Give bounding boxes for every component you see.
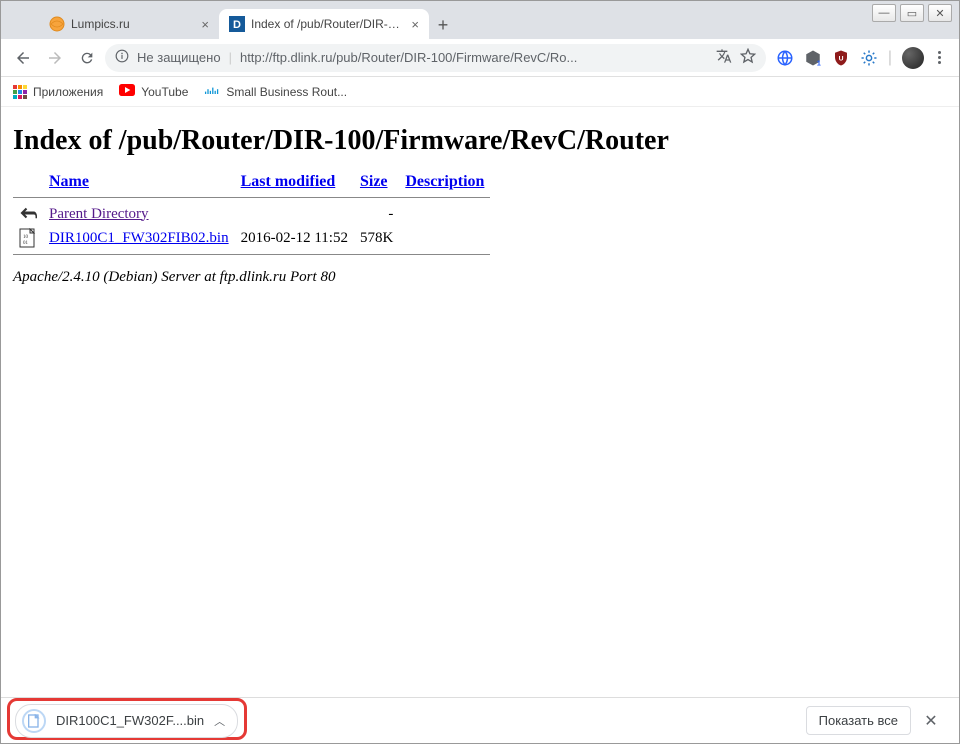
world-icon[interactable]	[776, 49, 794, 67]
forward-button[interactable]	[41, 44, 69, 72]
shield-icon[interactable]: U	[832, 49, 850, 67]
close-icon[interactable]: ×	[201, 17, 209, 32]
youtube-bookmark[interactable]: YouTube	[119, 84, 188, 99]
svg-text:D: D	[233, 19, 241, 31]
file-icon	[22, 709, 46, 733]
parent-directory-link[interactable]: Parent Directory	[49, 206, 149, 222]
col-modified[interactable]: Last modified	[241, 173, 336, 190]
svg-text:1: 1	[817, 58, 821, 67]
star-icon[interactable]	[740, 48, 756, 67]
binary-file-icon: 1001	[19, 228, 37, 248]
tab-title: Index of /pub/Router/DIR-100/Fi	[251, 17, 405, 31]
dlink-icon: D	[229, 16, 245, 32]
tab-bar: Lumpics.ru × D Index of /pub/Router/DIR-…	[1, 1, 959, 39]
close-icon[interactable]: ×	[411, 17, 419, 32]
info-icon	[115, 49, 129, 66]
firmware-file-link[interactable]: DIR100C1_FW302FIB02.bin	[49, 230, 229, 246]
col-name[interactable]: Name	[49, 173, 89, 190]
omnibox[interactable]: Не защищено | http://ftp.dlink.ru/pub/Ro…	[105, 44, 766, 72]
close-download-bar[interactable]: ✕	[917, 707, 945, 735]
sbr-bookmark[interactable]: Small Business Rout...	[204, 84, 347, 99]
page-title: Index of /pub/Router/DIR-100/Firmware/Re…	[13, 125, 947, 157]
back-arrow-icon	[19, 204, 37, 224]
tab-lumpics[interactable]: Lumpics.ru ×	[39, 9, 219, 39]
table-row: 1001 DIR100C1_FW302FIB02.bin 2016-02-12 …	[13, 226, 490, 250]
youtube-icon	[119, 84, 135, 99]
tab-index[interactable]: D Index of /pub/Router/DIR-100/Fi ×	[219, 9, 429, 39]
new-tab-button[interactable]: +	[429, 11, 457, 39]
avatar[interactable]	[902, 47, 924, 69]
box-icon[interactable]: 1	[804, 49, 822, 67]
svg-text:01: 01	[23, 241, 29, 246]
table-row: Parent Directory -	[13, 202, 490, 226]
orange-circle-icon	[49, 16, 65, 32]
download-filename: DIR100C1_FW302F....bin	[56, 713, 204, 728]
apps-icon	[13, 85, 27, 99]
tab-title: Lumpics.ru	[71, 17, 195, 31]
url-text: http://ftp.dlink.ru/pub/Router/DIR-100/F…	[240, 50, 708, 65]
window-close[interactable]: ✕	[928, 4, 952, 22]
directory-listing: Name Last modified Size Description Pare…	[13, 171, 490, 259]
reload-button[interactable]	[73, 44, 101, 72]
server-signature: Apache/2.4.10 (Debian) Server at ftp.dli…	[13, 269, 947, 286]
svg-text:10: 10	[23, 235, 29, 240]
download-item[interactable]: DIR100C1_FW302F....bin ︿	[15, 704, 238, 738]
translate-icon[interactable]	[716, 48, 732, 67]
page-content: Index of /pub/Router/DIR-100/Firmware/Re…	[1, 107, 959, 296]
col-size[interactable]: Size	[360, 173, 388, 190]
download-bar: DIR100C1_FW302F....bin ︿ Показать все ✕	[1, 697, 959, 743]
security-label: Не защищено	[137, 50, 221, 65]
chevron-up-icon[interactable]: ︿	[214, 713, 225, 729]
address-bar: Не защищено | http://ftp.dlink.ru/pub/Ro…	[1, 39, 959, 77]
show-all-button[interactable]: Показать все	[806, 706, 911, 735]
col-description[interactable]: Description	[405, 173, 484, 190]
bookmarks-bar: Приложения YouTube Small Business Rout..…	[1, 77, 959, 107]
chrome-menu[interactable]	[934, 47, 945, 68]
gear-icon[interactable]	[860, 49, 878, 67]
apps-bookmark[interactable]: Приложения	[13, 85, 103, 99]
back-button[interactable]	[9, 44, 37, 72]
cisco-icon	[204, 84, 220, 99]
window-minimize[interactable]: —	[872, 4, 896, 22]
window-maximize[interactable]: ▭	[900, 4, 924, 22]
svg-text:U: U	[838, 55, 843, 62]
